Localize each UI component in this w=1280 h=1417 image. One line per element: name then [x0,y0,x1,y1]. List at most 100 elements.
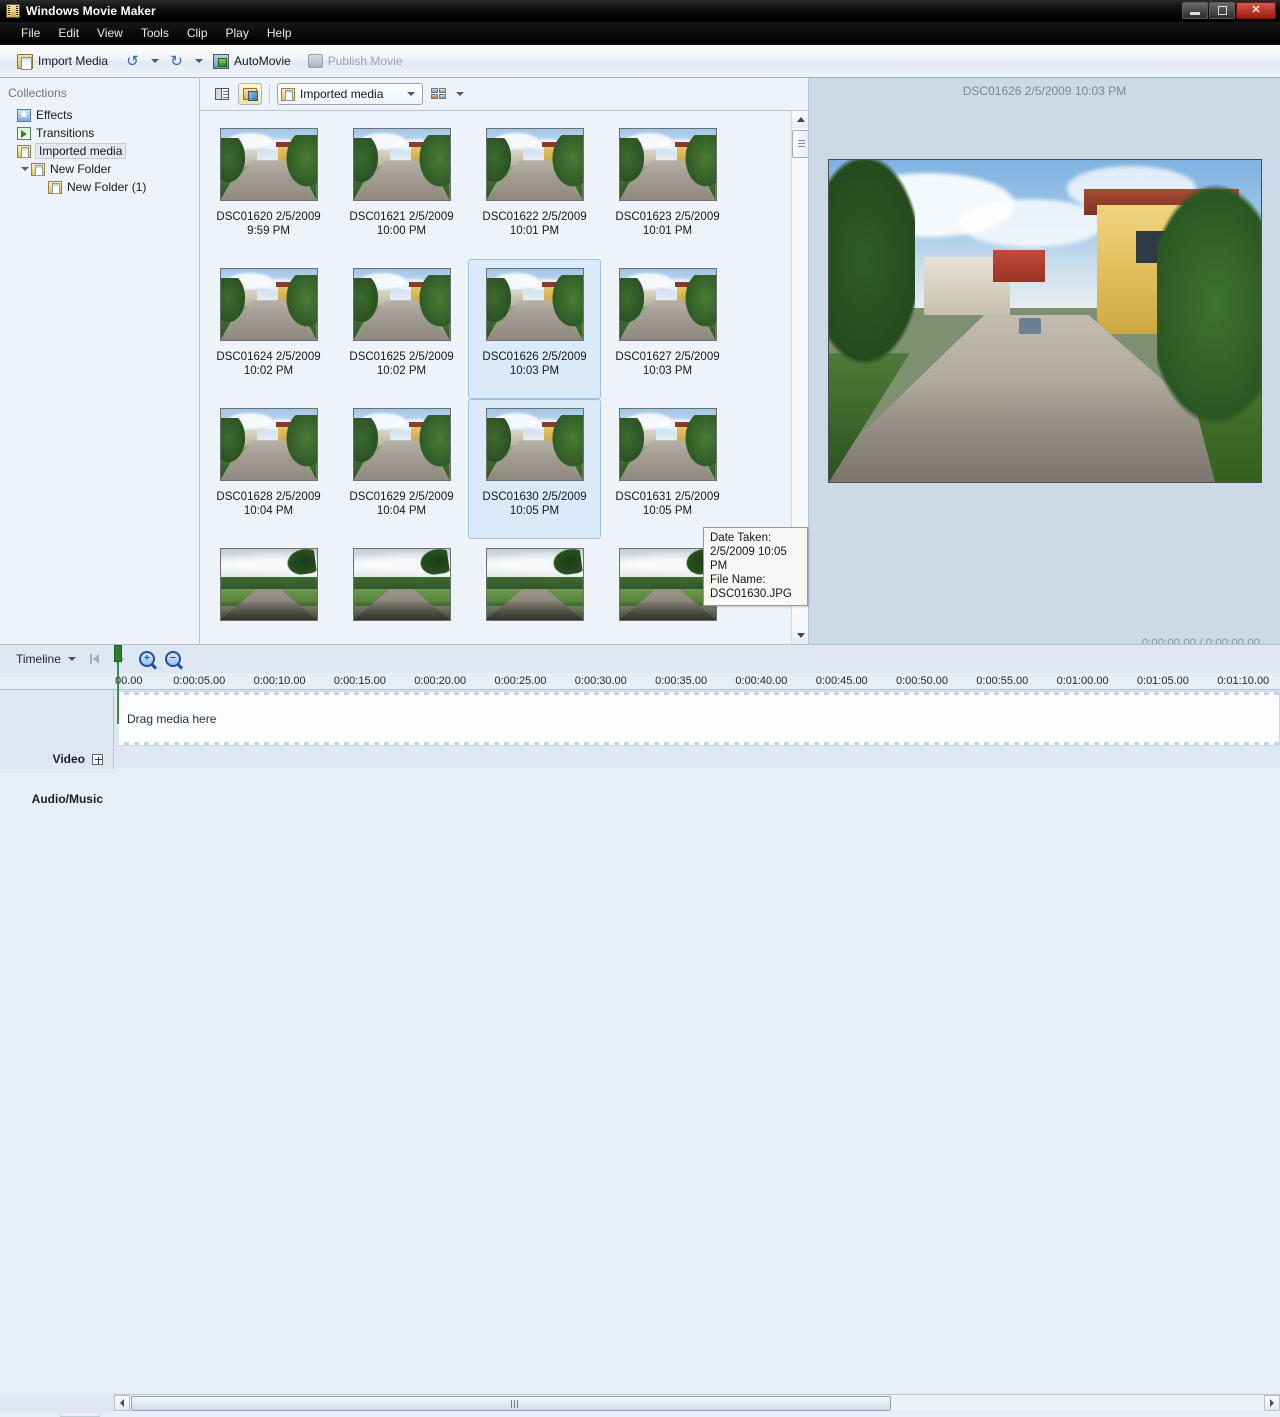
media-thumbnail-item[interactable]: DSC01621 2/5/2009 10:00 PM [335,119,468,259]
menu-file[interactable]: File [12,23,49,43]
minimize-button[interactable] [1182,2,1208,19]
import-media-icon [17,54,33,69]
hscrollbar-thumb[interactable] [131,1396,891,1411]
main-toolbar: Import Media ↺ ↻ AutoMovie Publish Movie [0,45,1280,78]
details-view-button[interactable] [210,83,234,105]
menu-edit[interactable]: Edit [49,23,88,43]
chevron-down-icon [456,92,464,96]
tree-expand-toggle[interactable] [18,163,31,176]
timeline-playhead[interactable] [114,645,122,662]
media-thumbnail-item[interactable]: DSC01626 2/5/2009 10:03 PM [468,259,601,399]
maximize-button[interactable] [1209,2,1235,19]
media-thumbnail-item[interactable]: DSC01630 2/5/2009 10:05 PM [468,399,601,539]
close-button[interactable]: ✕ [1236,2,1276,19]
timeline-horizontal-scrollbar[interactable] [114,1394,1280,1411]
scroll-up-button[interactable] [792,111,809,128]
arrange-icon-button[interactable] [427,83,451,105]
sidebar-item-transitions[interactable]: Transitions [0,124,199,142]
chevron-down-icon[interactable] [403,84,419,104]
media-thumbnail-item[interactable]: DSC01628 2/5/2009 10:04 PM [202,399,335,539]
timeline-panel: Timeline + − 00.000:00:05.000:00:10.000:… [0,644,1280,768]
media-thumbnail-image [486,548,584,621]
timeline-tick-label: 0:00:25.00 [495,675,547,687]
zoom-out-button[interactable]: − [162,649,184,669]
undo-dropdown[interactable] [150,54,159,68]
automovie-label: AutoMovie [234,54,291,68]
media-thumbnail-item[interactable]: DSC01623 2/5/2009 10:01 PM [601,119,734,259]
chevron-up-icon [797,117,805,122]
arrange-dropdown[interactable] [455,87,464,101]
media-thumbnail-label: DSC01627 2/5/2009 10:03 PM [605,350,731,378]
collections-title: Collections [0,86,199,106]
expand-video-track-button[interactable] [92,754,103,765]
media-thumbnail-item[interactable] [335,539,468,644]
redo-button[interactable]: ↻ [162,51,191,72]
menu-clip[interactable]: Clip [178,23,217,43]
media-thumbnail-label: DSC01626 2/5/2009 10:03 PM [472,350,598,378]
folder-icon [17,145,31,158]
scroll-right-button[interactable] [1264,1395,1280,1411]
chevron-down-icon [21,167,29,171]
media-thumbnail-item[interactable] [202,539,335,644]
sidebar-item-label: Imported media [35,143,126,159]
media-thumbnail-item[interactable]: DSC01622 2/5/2009 10:01 PM [468,119,601,259]
preview-title: DSC01626 2/5/2009 10:03 PM [809,78,1280,98]
media-thumbnail-label: DSC01631 2/5/2009 10:05 PM [605,490,731,518]
sidebar-item-new-folder-1[interactable]: New Folder (1) [0,178,199,196]
video-preview-surface[interactable] [828,159,1262,483]
preview-car [1019,318,1041,334]
sidebar-item-effects[interactable]: Effects [0,106,199,124]
automovie-button[interactable]: AutoMovie [206,51,298,72]
scrollbar-thumb[interactable] [792,130,809,158]
media-thumbnail-grid: DSC01620 2/5/2009 9:59 PMDSC01621 2/5/20… [200,111,790,644]
menu-view[interactable]: View [88,23,132,43]
menu-tools[interactable]: Tools [132,23,178,43]
media-thumbnail-item[interactable]: DSC01624 2/5/2009 10:02 PM [202,259,335,399]
media-thumbnail-label: DSC01629 2/5/2009 10:04 PM [339,490,465,518]
media-thumbnail-item[interactable]: DSC01629 2/5/2009 10:04 PM [335,399,468,539]
timeline-tick-label: 0:00:40.00 [735,675,787,687]
menu-help[interactable]: Help [258,23,301,43]
automovie-icon [213,54,229,69]
media-thumbnail-item[interactable]: DSC01631 2/5/2009 10:05 PM [601,399,734,539]
thumbnails-view-button[interactable] [238,83,262,105]
media-thumbnail-image [619,408,717,481]
sidebar-item-label: New Folder (1) [67,180,146,194]
timeline-tick-label: 0:00:55.00 [976,675,1028,687]
timeline-tick-label: 0:00:35.00 [655,675,707,687]
zoom-in-button[interactable]: + [136,649,158,669]
minimize-icon [1190,12,1200,15]
restore-icon [1218,6,1227,15]
menu-bar: File Edit View Tools Clip Play Help [0,22,1280,45]
transitions-icon [17,127,31,140]
scroll-left-button[interactable] [114,1395,130,1411]
scroll-down-button[interactable] [792,627,809,644]
rewind-button[interactable] [84,649,106,669]
sidebar-item-label: Effects [36,108,72,122]
media-thumbnail-item[interactable] [468,539,601,644]
rewind-icon [90,654,99,664]
folder-icon [281,88,295,101]
timeline-view-select[interactable]: Timeline [12,650,80,668]
media-thumbnail-item[interactable]: DSC01620 2/5/2009 9:59 PM [202,119,335,259]
redo-dropdown[interactable] [194,54,203,68]
publish-movie-button[interactable]: Publish Movie [301,51,410,71]
tree-twisty-placeholder [4,109,17,122]
filmstrip-icon [6,4,20,18]
timeline-video-track[interactable]: Drag media here [119,691,1280,746]
media-thumbnail-item[interactable]: DSC01625 2/5/2009 10:02 PM [335,259,468,399]
media-thumbnail-item[interactable]: DSC01627 2/5/2009 10:03 PM [601,259,734,399]
timeline-ruler[interactable]: 00.000:00:05.000:00:10.000:00:15.000:00:… [0,673,1280,690]
chevron-left-icon [120,1399,124,1407]
collection-select[interactable]: Imported media [277,83,423,105]
sidebar-item-imported-media[interactable]: Imported media [0,142,199,160]
timeline-view-label: Timeline [16,652,61,666]
undo-button[interactable]: ↺ [118,51,147,72]
timeline-tick-label: 0:00:45.00 [816,675,868,687]
timeline-tick-label: 0:00:10.00 [254,675,306,687]
sidebar-item-label: New Folder [50,162,111,176]
menu-play[interactable]: Play [217,23,258,43]
sidebar-item-new-folder[interactable]: New Folder [0,160,199,178]
import-media-button[interactable]: Import Media [10,51,115,72]
folder-icon [31,163,45,176]
